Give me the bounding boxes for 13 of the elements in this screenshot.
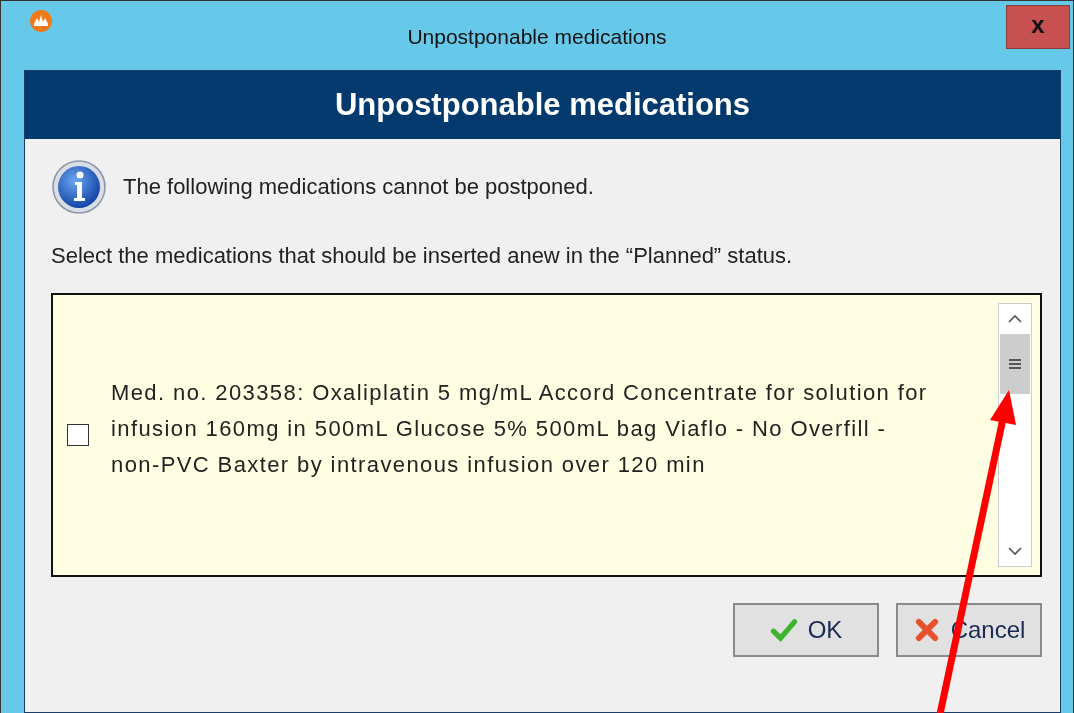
window-title: Unpostponable medications (406, 25, 668, 49)
dialog-header: Unpostponable medications (25, 71, 1060, 139)
ok-button[interactable]: OK (733, 603, 879, 657)
close-button[interactable]: x (1006, 5, 1070, 49)
scrollbar[interactable] (998, 303, 1032, 567)
instruction-text: Select the medications that should be inserted anew in the “Planned” status. (51, 243, 794, 269)
medication-text[interactable]: Med. no. 203358: Oxaliplatin 5 mg/mL Accord Concentrate for solution for infusion 160mg in 500mL Glucose 5% 500mL bag Viaflo - No Overfill - non-PVC Baxter by intravenous infusion over 120 min (111, 375, 943, 483)
info-message: The following medications cannot be postponed. (123, 174, 594, 200)
check-icon (769, 616, 798, 644)
sunburst-icon (29, 8, 53, 33)
info-icon (51, 159, 107, 215)
scrollbar-thumb[interactable] (1000, 334, 1030, 394)
checkbox[interactable] (67, 424, 89, 446)
